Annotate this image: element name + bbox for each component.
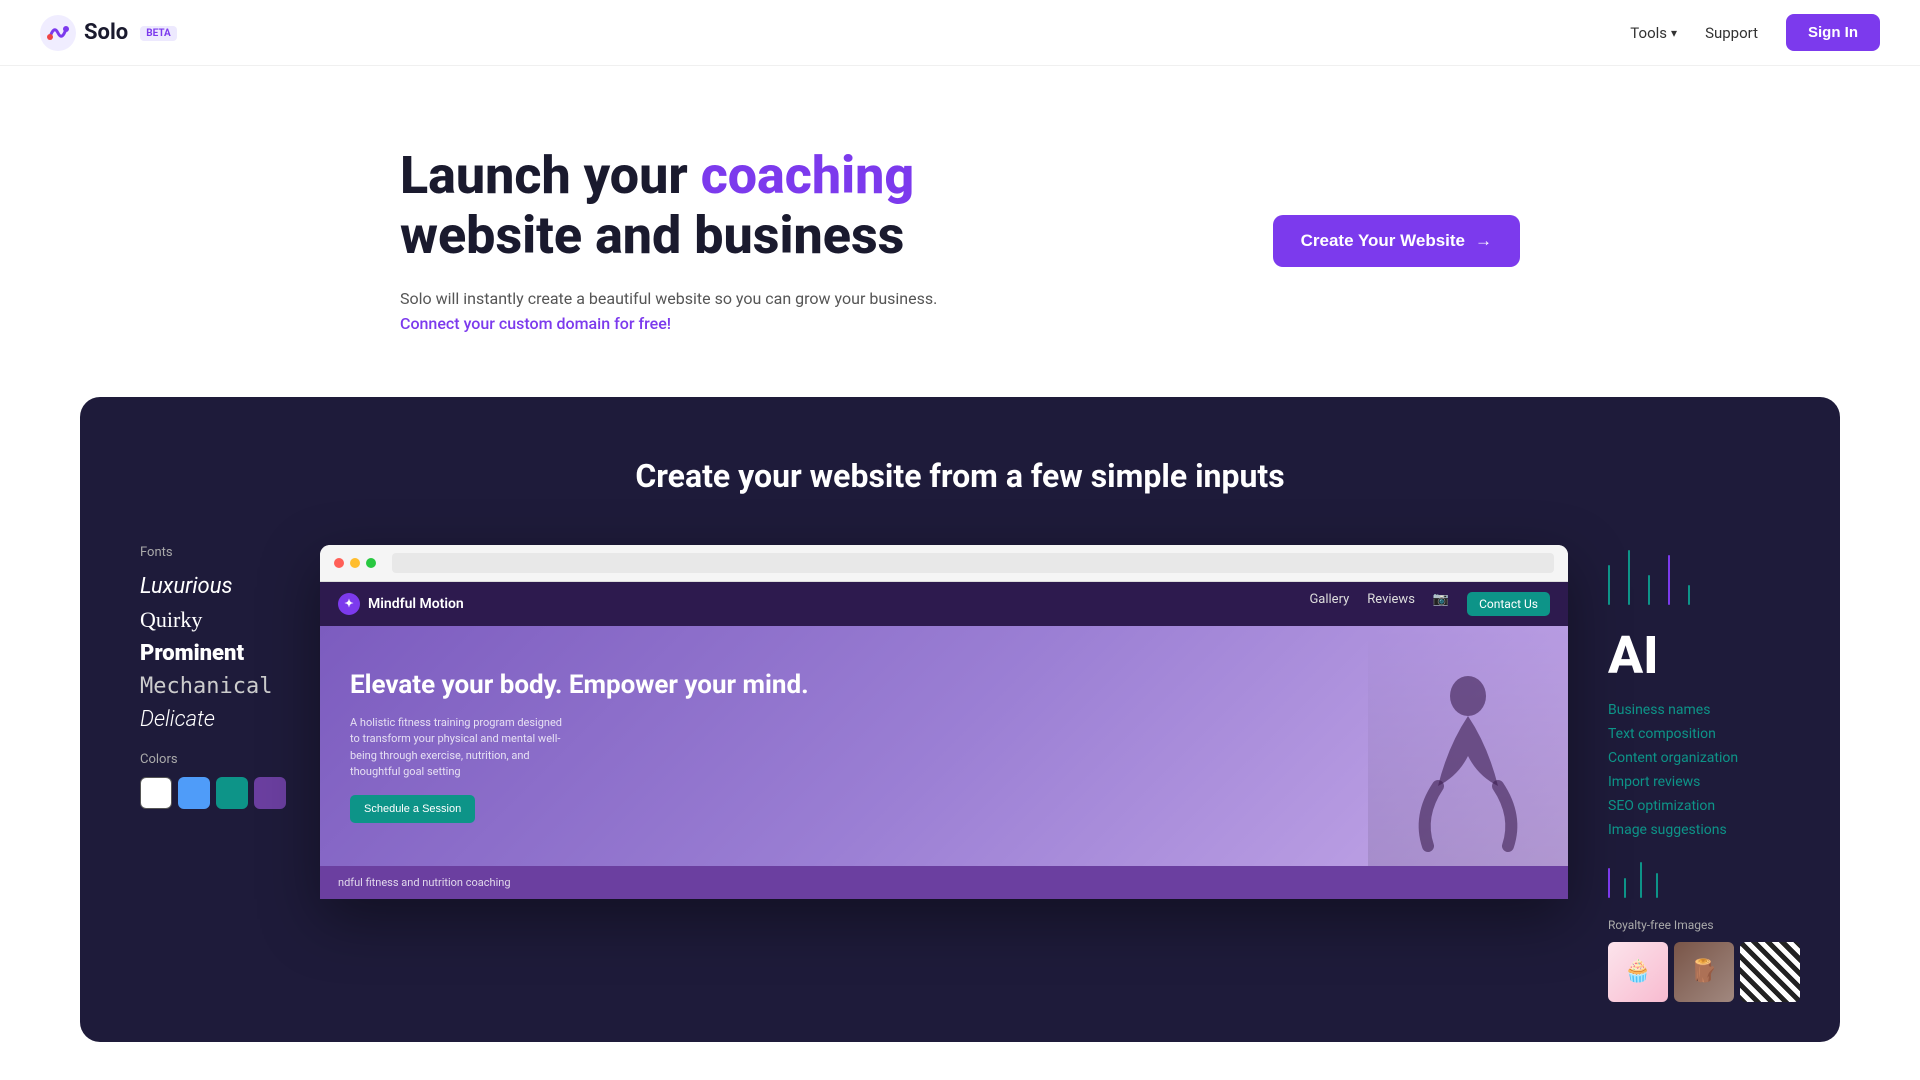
website-hero: Elevate your body. Empower your mind. A … [320,626,1568,866]
browser-bar [320,545,1568,582]
tools-label: Tools [1630,24,1667,42]
font-quirky: Quirky [140,607,290,633]
deco-line-m4 [1656,873,1658,898]
deco-line-m2 [1624,878,1626,898]
website-footer: ndful fitness and nutrition coaching [320,866,1568,899]
demo-area: Fonts Luxurious Quirky Prominent Mechani… [120,545,1800,1042]
color-swatches [140,777,290,809]
signin-button[interactable]: Sign In [1786,14,1880,51]
font-luxurious: Luxurious [140,574,290,599]
hero-text: Launch your coaching website and busines… [400,146,1000,337]
deco-line-m3 [1640,862,1642,898]
schedule-button[interactable]: Schedule a Session [350,795,475,823]
cta-arrow-icon: → [1475,231,1492,251]
custom-domain-link[interactable]: Connect your custom domain for free! [400,314,671,333]
colors-label: Colors [140,752,290,767]
swatch-teal [216,777,248,809]
hero-person-image [1368,626,1568,866]
thumb-3 [1740,942,1800,1002]
dot-yellow [350,558,360,568]
headline-part1: Launch your [400,145,701,206]
tools-menu[interactable]: Tools ▾ [1630,24,1677,42]
dark-section-wrapper: Create your website from a few simple in… [0,397,1920,1042]
image-thumbnails: 🧁 🪵 [1608,942,1800,1002]
ai-feature-names: Business names [1608,702,1800,718]
fonts-label: Fonts [140,545,290,560]
ai-feature-images: Image suggestions [1608,822,1800,838]
dark-section: Create your website from a few simple in… [80,397,1840,1042]
website-hero-headline: Elevate your body. Empower your mind. [350,669,809,703]
cta-label: Create Your Website [1301,231,1465,251]
website-brand: ✦ Mindful Motion [338,593,464,615]
browser-mockup: ✦ Mindful Motion Gallery Reviews 📷 Conta… [320,545,1568,899]
support-link[interactable]: Support [1705,24,1758,42]
thumb-1: 🧁 [1608,942,1668,1002]
right-panel: AI Business names Text composition Conte… [1568,545,1800,1042]
dot-red [334,558,344,568]
swatch-blue [178,777,210,809]
deco-lines-top [1608,545,1800,605]
left-panel: Fonts Luxurious Quirky Prominent Mechani… [120,545,320,849]
brand-icon: ✦ [338,593,360,615]
royalty-label: Royalty-free Images [1608,918,1800,932]
person-svg [1393,666,1543,866]
ai-feature-seo: SEO optimization [1608,798,1800,814]
deco-line-1 [1608,565,1610,605]
headline-part2: website and business [400,205,904,266]
chevron-down-icon: ▾ [1671,26,1677,40]
reviews-link: Reviews [1367,592,1415,616]
contact-button: Contact Us [1467,592,1550,616]
brand-name: Mindful Motion [368,596,464,612]
instagram-icon: 📷 [1433,592,1449,616]
ai-feature-reviews: Import reviews [1608,774,1800,790]
ai-label: AI [1608,625,1800,686]
headline-accent: coaching [701,145,914,206]
website-hero-content: Elevate your body. Empower your mind. A … [350,669,809,823]
dark-section-title: Create your website from a few simple in… [120,457,1800,495]
ai-feature-content: Content organization [1608,750,1800,766]
hero-subtext-main: Solo will instantly create a beautiful w… [400,289,937,308]
browser-frame: ✦ Mindful Motion Gallery Reviews 📷 Conta… [320,545,1568,899]
deco-line-2 [1628,550,1630,605]
dot-green [366,558,376,568]
logo-icon [40,15,76,51]
deco-line-5 [1688,585,1690,605]
website-navbar: ✦ Mindful Motion Gallery Reviews 📷 Conta… [320,582,1568,626]
hero-section: Launch your coaching website and busines… [360,66,1560,397]
beta-badge: BETA [140,26,177,41]
swatch-purple [254,777,286,809]
font-mechanical: Mechanical [140,674,290,699]
deco-line-3 [1648,575,1650,605]
logo: Solo BETA [40,15,177,51]
gallery-link: Gallery [1309,592,1349,616]
deco-lines-mid [1608,858,1800,898]
font-delicate: Delicate [140,707,290,732]
website-hero-p: A holistic fitness training program desi… [350,715,570,781]
footer-text: ndful fitness and nutrition coaching [338,876,511,889]
navbar: Solo BETA Tools ▾ Support Sign In [0,0,1920,66]
font-prominent: Prominent [140,641,290,666]
deco-line-m1 [1608,868,1610,898]
nav-right: Tools ▾ Support Sign In [1630,14,1880,51]
website-nav-links: Gallery Reviews 📷 Contact Us [1309,592,1550,616]
logo-text: Solo [84,20,128,45]
cta-button[interactable]: Create Your Website → [1273,215,1520,267]
thumb-2: 🪵 [1674,942,1734,1002]
swatch-white [140,777,172,809]
ai-feature-text: Text composition [1608,726,1800,742]
hero-headline: Launch your coaching website and busines… [400,146,1000,266]
deco-line-4 [1668,555,1670,605]
address-bar [392,553,1554,573]
hero-subtext: Solo will instantly create a beautiful w… [400,286,1000,337]
